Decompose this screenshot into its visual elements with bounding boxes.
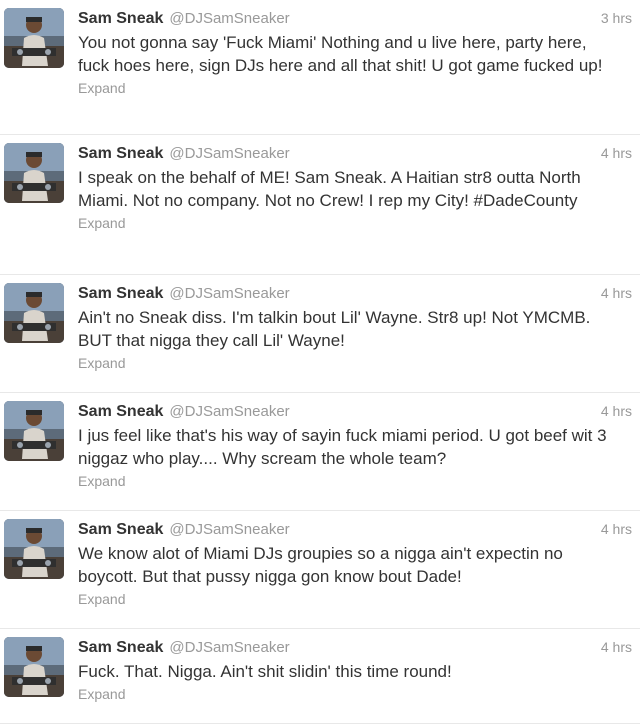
avatar[interactable]: [4, 401, 64, 461]
user-handle[interactable]: @DJSamSneaker: [169, 637, 289, 659]
tweet-header: Sam Sneak @DJSamSneaker: [78, 143, 628, 165]
tweet-text: We know alot of Miami DJs groupies so a …: [78, 544, 563, 586]
tweet-timestamp[interactable]: 4 hrs: [601, 639, 632, 655]
expand-link[interactable]: Expand: [78, 213, 628, 233]
user-name[interactable]: Sam Sneak: [78, 8, 163, 30]
tweet-timeline: Sam Sneak @DJSamSneaker 3 hrs You not go…: [0, 0, 640, 724]
user-name[interactable]: Sam Sneak: [78, 143, 163, 165]
tweet-text: I jus feel like that's his way of sayin …: [78, 426, 607, 468]
tweet-header: Sam Sneak @DJSamSneaker: [78, 519, 628, 541]
tweet[interactable]: Sam Sneak @DJSamSneaker 4 hrs I jus feel…: [0, 393, 640, 511]
tweet-text: Fuck. That. Nigga. Ain't shit slidin' th…: [78, 662, 452, 681]
expand-link[interactable]: Expand: [78, 78, 628, 98]
tweet-timestamp[interactable]: 3 hrs: [601, 10, 632, 26]
user-name[interactable]: Sam Sneak: [78, 519, 163, 541]
avatar[interactable]: [4, 8, 64, 68]
user-handle[interactable]: @DJSamSneaker: [169, 143, 289, 165]
user-handle[interactable]: @DJSamSneaker: [169, 8, 289, 30]
tweet[interactable]: Sam Sneak @DJSamSneaker 4 hrs I speak on…: [0, 135, 640, 275]
expand-link[interactable]: Expand: [78, 684, 628, 704]
tweet[interactable]: Sam Sneak @DJSamSneaker 4 hrs Ain't no S…: [0, 275, 640, 393]
tweet-timestamp[interactable]: 4 hrs: [601, 145, 632, 161]
expand-link[interactable]: Expand: [78, 353, 628, 373]
user-handle[interactable]: @DJSamSneaker: [169, 401, 289, 423]
user-name[interactable]: Sam Sneak: [78, 283, 163, 305]
expand-link[interactable]: Expand: [78, 589, 628, 609]
avatar[interactable]: [4, 283, 64, 343]
avatar[interactable]: [4, 519, 64, 579]
tweet-header: Sam Sneak @DJSamSneaker: [78, 8, 628, 30]
tweet-text: I speak on the behalf of ME! Sam Sneak. …: [78, 168, 581, 210]
tweet-text: Ain't no Sneak diss. I'm talkin bout Lil…: [78, 308, 591, 350]
user-handle[interactable]: @DJSamSneaker: [169, 283, 289, 305]
tweet-timestamp[interactable]: 4 hrs: [601, 521, 632, 537]
tweet-timestamp[interactable]: 4 hrs: [601, 285, 632, 301]
tweet[interactable]: Sam Sneak @DJSamSneaker 4 hrs We know al…: [0, 511, 640, 629]
avatar[interactable]: [4, 637, 64, 697]
tweet-header: Sam Sneak @DJSamSneaker: [78, 637, 628, 659]
tweet-timestamp[interactable]: 4 hrs: [601, 403, 632, 419]
tweet-header: Sam Sneak @DJSamSneaker: [78, 401, 628, 423]
expand-link[interactable]: Expand: [78, 471, 628, 491]
tweet-header: Sam Sneak @DJSamSneaker: [78, 283, 628, 305]
avatar[interactable]: [4, 143, 64, 203]
tweet[interactable]: Sam Sneak @DJSamSneaker 3 hrs You not go…: [0, 0, 640, 135]
user-handle[interactable]: @DJSamSneaker: [169, 519, 289, 541]
tweet-text: You not gonna say 'Fuck Miami' Nothing a…: [78, 33, 603, 75]
user-name[interactable]: Sam Sneak: [78, 401, 163, 423]
tweet[interactable]: Sam Sneak @DJSamSneaker 4 hrs Fuck. That…: [0, 629, 640, 724]
user-name[interactable]: Sam Sneak: [78, 637, 163, 659]
